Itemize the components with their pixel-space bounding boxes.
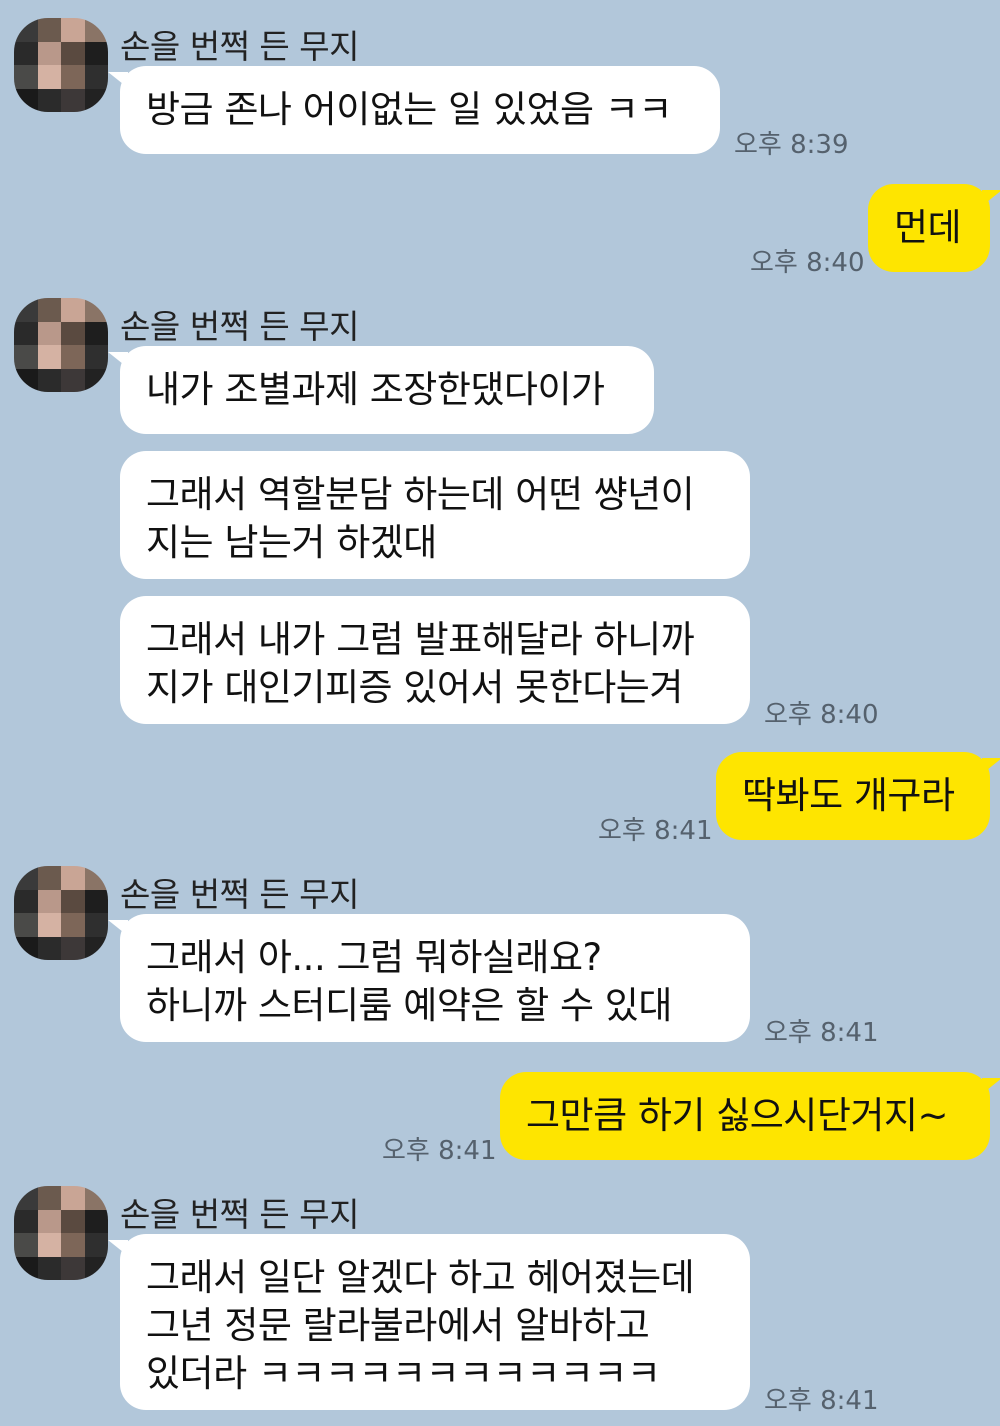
message-bubble-outgoing[interactable]: 먼데 [868,184,1000,272]
sender-name: 손을 번쩍 든 무지 [120,1195,360,1234]
message-text-line: 있더라 ㅋㅋㅋㅋㅋㅋㅋㅋㅋㅋㅋㅋ [146,1352,661,1395]
message-bubble-outgoing[interactable]: 딱봐도 개구라 [716,752,1000,840]
message-timestamp: 오후 8:41 [764,1018,879,1048]
message-bubble-incoming[interactable]: 그래서 역할분담 하는데 어떤 썅년이 지는 남는거 하겠대 [120,451,750,579]
message-text-line: 지가 대인기피증 있어서 못한다는겨 [146,666,683,709]
message-text: 먼데 [894,206,962,249]
message-text-line: 그래서 역할분담 하는데 어떤 썅년이 [146,473,695,516]
message-text: 내가 조별과제 조장한댔다이가 [146,368,605,411]
message-text: 그만큼 하기 싫으시단거지~ [526,1094,948,1137]
sender-name: 손을 번쩍 든 무지 [120,307,360,346]
message-timestamp: 오후 8:39 [734,130,849,160]
message-bubble-incoming[interactable]: 내가 조별과제 조장한댔다이가 [108,346,654,434]
message-text-line: 그래서 일단 알겠다 하고 헤어졌는데 [146,1256,695,1299]
sender-name: 손을 번쩍 든 무지 [120,875,360,914]
message-timestamp: 오후 8:41 [382,1136,497,1166]
avatar[interactable] [14,1186,108,1280]
message-timestamp: 오후 8:41 [764,1386,879,1416]
message-bubble-outgoing[interactable]: 그만큼 하기 싫으시단거지~ [500,1072,1000,1160]
message-bubble-incoming[interactable]: 그래서 일단 알겠다 하고 헤어졌는데 그년 정문 랄라불라에서 알바하고 있더… [108,1234,750,1410]
message-text-line: 그래서 아... 그럼 뭐하실래요? [146,936,602,979]
message-bubble-incoming[interactable]: 방금 존나 어이없는 일 있었음 ㅋㅋ [108,66,720,154]
message-bubble-incoming[interactable]: 그래서 내가 그럼 발표해달라 하니까 지가 대인기피증 있어서 못한다는겨 [120,596,750,724]
sender-name: 손을 번쩍 든 무지 [120,27,360,66]
message-text: 방금 존나 어이없는 일 있었음 ㅋㅋ [146,88,672,131]
message-text-line: 그래서 내가 그럼 발표해달라 하니까 [146,618,695,661]
avatar[interactable] [14,298,108,392]
message-timestamp: 오후 8:40 [750,248,865,278]
message-text-line: 지는 남는거 하겠대 [146,521,437,564]
message-bubble-incoming[interactable]: 그래서 아... 그럼 뭐하실래요? 하니까 스터디룸 예약은 할 수 있대 [108,914,750,1042]
avatar[interactable] [14,866,108,960]
message-text-line: 그년 정문 랄라불라에서 알바하고 [146,1304,650,1347]
avatar[interactable] [14,18,108,112]
message-text-line: 하니까 스터디룸 예약은 할 수 있대 [146,984,672,1027]
message-timestamp: 오후 8:41 [598,816,713,846]
message-timestamp: 오후 8:40 [764,700,879,730]
message-text: 딱봐도 개구라 [742,774,955,817]
